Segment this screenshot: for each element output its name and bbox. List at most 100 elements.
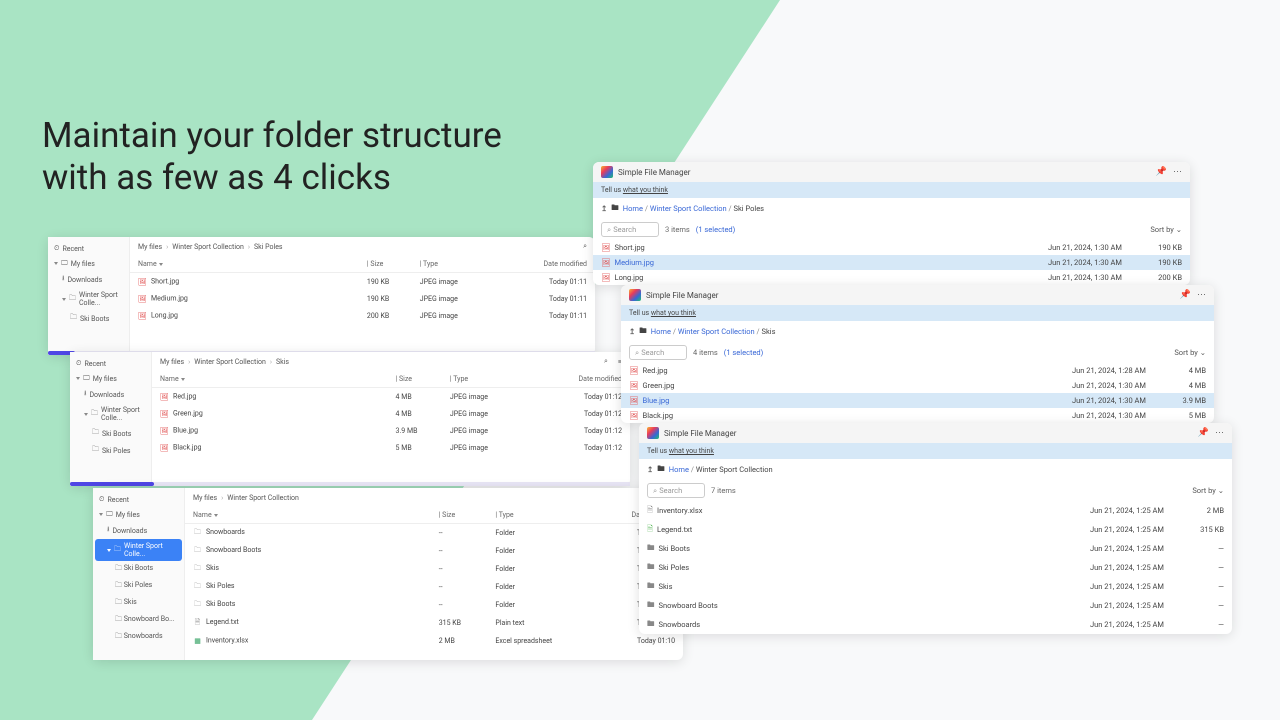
file-row[interactable]: 🖼Medium.jpg 190 KB JPEG image Today 01:1… [130, 290, 595, 307]
sidebar-item[interactable]: 🗀 Snowboards [95, 629, 182, 646]
feedback-link[interactable]: what you think [669, 447, 714, 455]
file-row[interactable]: 🖼Black.jpg Jun 21, 2024, 1:30 AM 5 MB [621, 408, 1214, 423]
more-icon[interactable]: ⋯ [1197, 290, 1206, 300]
crumb[interactable]: Home [623, 204, 643, 213]
file-row[interactable]: 🖿Snowboard Boots Jun 21, 2024, 1:25 AM — [639, 596, 1232, 615]
crumb[interactable]: My files [193, 494, 217, 502]
feedback-link[interactable]: what you think [623, 186, 668, 194]
search-icon[interactable]: ⌕ [604, 357, 608, 366]
crumb[interactable]: Winter Sport Collection [650, 204, 727, 213]
crumb[interactable]: Home [669, 465, 689, 474]
up-icon[interactable]: ↥ [601, 204, 607, 213]
file-row[interactable]: 🖼Red.jpg Jun 21, 2024, 1:28 AM 4 MB [621, 363, 1214, 378]
crumb[interactable]: My files [138, 243, 162, 251]
file-row[interactable]: 🖿Ski Poles Jun 21, 2024, 1:25 AM — [639, 558, 1232, 577]
sidebar-skipoles[interactable]: 🗀 Ski Poles [72, 442, 149, 459]
sort-arrow-icon[interactable] [214, 514, 218, 517]
column-headers: Name | Size | Type Date modified [152, 371, 630, 388]
sidebar-myfiles[interactable]: 🖵 My files [72, 371, 149, 386]
crumb[interactable]: Skis [276, 358, 289, 366]
sidebar-wsc-selected[interactable]: 🗀 Winter Sport Colle... [95, 539, 182, 561]
sort-button[interactable]: Sort by ⌄ [1174, 348, 1206, 357]
folder-icon: 🖿 [611, 202, 619, 215]
finder-window-collection: ⏲ Recent 🖵 My files ⭳ Downloads 🗀 Winter… [93, 488, 683, 660]
crumb[interactable]: Winter Sport Collection [172, 243, 244, 251]
file-row[interactable]: 🖿Skis Jun 21, 2024, 1:25 AM — [639, 577, 1232, 596]
sidebar-myfiles[interactable]: 🖵 My files [50, 256, 127, 271]
sidebar-recent[interactable]: ⏲ Recent [95, 492, 182, 507]
crumb[interactable]: Winter Sport Collection [194, 358, 266, 366]
file-row[interactable]: 🖼Short.jpg Jun 21, 2024, 1:30 AM 190 KB [593, 240, 1190, 255]
file-row[interactable]: 🗀Ski Boots -- Folder Today 01:13 [185, 596, 683, 614]
finder-window-skis: ⏲ Recent 🖵 My files ⭳ Downloads 🗀 Winter… [70, 352, 630, 486]
image-file-icon: 🖼 [138, 294, 147, 303]
crumb[interactable]: Ski Poles [733, 204, 764, 213]
file-row[interactable]: 🖿Ski Boots Jun 21, 2024, 1:25 AM — [639, 539, 1232, 558]
sfm-window-ski-poles: Simple File Manager 📌 ⋯ Tell us what you… [593, 162, 1190, 285]
sidebar-myfiles[interactable]: 🖵 My files [95, 507, 182, 522]
search-input[interactable]: ⌕ Search [601, 222, 659, 237]
folder-icon: 🖿 [647, 599, 655, 612]
crumb[interactable]: Winter Sport Collection [227, 494, 299, 502]
file-row[interactable]: 🗀Snowboards -- Folder Today 01:13 [185, 524, 683, 542]
file-row[interactable]: 🗎Inventory.xlsx Jun 21, 2024, 1:25 AM 2 … [639, 501, 1232, 520]
file-row[interactable]: 🖼Red.jpg 4 MB JPEG image Today 01:12 [152, 388, 630, 405]
file-row[interactable]: 🖼Green.jpg Jun 21, 2024, 1:30 AM 4 MB [621, 378, 1214, 393]
image-file-icon: 🖼 [138, 311, 147, 320]
file-row[interactable]: 🖼Long.jpg 200 KB JPEG image Today 01:11 [130, 307, 595, 324]
file-row[interactable]: 🗀Snowboard Boots -- Folder Today 01:13 [185, 542, 683, 560]
sidebar-downloads[interactable]: ⭳ Downloads [95, 522, 182, 539]
crumb[interactable]: My files [160, 358, 184, 366]
search-input[interactable]: ⌕ Search [629, 345, 687, 360]
sidebar-skiboots[interactable]: 🗀 Ski Boots [72, 425, 149, 442]
file-row[interactable]: 🖼Long.jpg Jun 21, 2024, 1:30 AM 200 KB [593, 270, 1190, 285]
sidebar-item[interactable]: 🗀 Skis [95, 595, 182, 612]
file-row[interactable]: 🗎Legend.txt Jun 21, 2024, 1:25 AM 315 KB [639, 520, 1232, 539]
file-row[interactable]: 🖼Black.jpg 5 MB JPEG image Today 01:12 [152, 439, 630, 456]
sort-arrow-icon[interactable] [159, 263, 163, 266]
file-row[interactable]: 🖼Short.jpg 190 KB JPEG image Today 01:11 [130, 273, 595, 290]
crumb[interactable]: Ski Poles [254, 243, 283, 251]
file-row[interactable]: 🖼Blue.jpg 3.9 MB JPEG image Today 01:12 [152, 422, 630, 439]
file-row[interactable]: 🖼Blue.jpg Jun 21, 2024, 1:30 AM 3.9 MB [621, 393, 1214, 408]
column-headers: Name | Size | Type Date modified [130, 256, 595, 273]
pin-icon[interactable]: 📌 [1198, 428, 1209, 438]
sort-button[interactable]: Sort by ⌄ [1150, 225, 1182, 234]
folder-icon: 🗀 [193, 583, 202, 592]
sidebar-recent[interactable]: ⏲ Recent [50, 241, 127, 256]
pin-icon[interactable]: 📌 [1156, 167, 1167, 177]
file-row[interactable]: 🗎Legend.txt 315 KB Plain text Today 01:1… [185, 614, 683, 632]
up-icon[interactable]: ↥ [629, 327, 635, 336]
sidebar-skiboots[interactable]: 🗀 Ski Boots [50, 310, 127, 327]
sidebar-downloads[interactable]: ⭳ Downloads [72, 386, 149, 403]
file-row[interactable]: 🖼Medium.jpg Jun 21, 2024, 1:30 AM 190 KB [593, 255, 1190, 270]
sidebar-wsc[interactable]: 🗀 Winter Sport Colle... [50, 288, 127, 310]
crumb[interactable]: Winter Sport Collection [696, 465, 773, 474]
sidebar-downloads[interactable]: ⭳ Downloads [50, 271, 127, 288]
feedback-link[interactable]: what you think [651, 309, 696, 317]
search-icon[interactable]: ⌕ [583, 242, 587, 251]
sort-arrow-icon[interactable] [181, 378, 185, 381]
more-icon[interactable]: ⋯ [1173, 167, 1182, 177]
search-input[interactable]: ⌕ Search [647, 483, 705, 498]
pin-icon[interactable]: 📌 [1180, 290, 1191, 300]
image-file-icon: 🖼 [629, 381, 639, 390]
headline-text: Maintain your folder structure with as f… [42, 115, 502, 199]
up-icon[interactable]: ↥ [647, 465, 653, 474]
file-row[interactable]: ▦Inventory.xlsx 2 MB Excel spreadsheet T… [185, 632, 683, 649]
crumb[interactable]: Skis [761, 327, 775, 336]
sidebar-item[interactable]: 🗀 Ski Poles [95, 578, 182, 595]
sidebar-item[interactable]: 🗀 Snowboard Bo... [95, 612, 182, 629]
file-row[interactable]: 🗀Skis -- Folder Today 01:13 [185, 560, 683, 578]
sidebar-item[interactable]: 🗀 Ski Boots [95, 561, 182, 578]
file-row[interactable]: 🖼Green.jpg 4 MB JPEG image Today 01:12 [152, 405, 630, 422]
sort-button[interactable]: Sort by ⌄ [1192, 486, 1224, 495]
file-row[interactable]: 🗀Ski Poles -- Folder Today 01:13 [185, 578, 683, 596]
crumb[interactable]: Winter Sport Collection [678, 327, 755, 336]
sidebar-wsc[interactable]: 🗀 Winter Sport Colle... [72, 403, 149, 425]
file-row[interactable]: 🖿Snowboards Jun 21, 2024, 1:25 AM — [639, 615, 1232, 634]
sidebar-recent[interactable]: ⏲ Recent [72, 356, 149, 371]
item-count: 4 items [693, 348, 718, 357]
more-icon[interactable]: ⋯ [1215, 428, 1224, 438]
crumb[interactable]: Home [651, 327, 671, 336]
